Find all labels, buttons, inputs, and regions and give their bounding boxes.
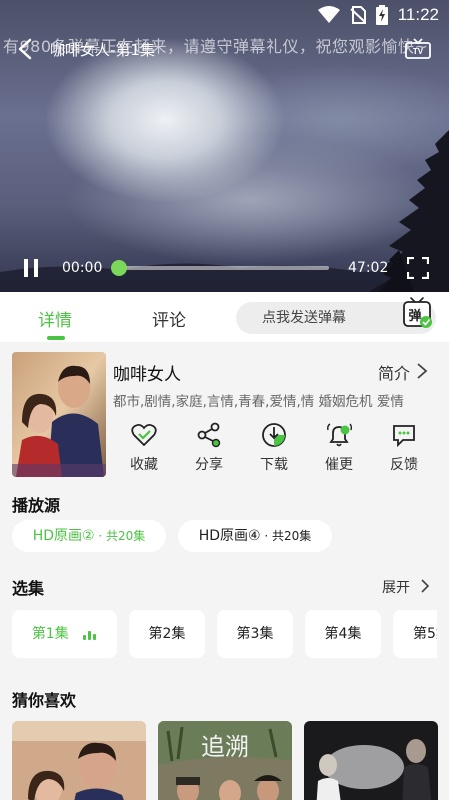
player-controls: 00:00 47:02 [0, 250, 449, 286]
heart-check-icon [131, 423, 157, 447]
episode-item[interactable]: 第3集 [217, 610, 293, 658]
no-sim-icon [350, 6, 366, 24]
total-time: 47:02 [348, 260, 389, 276]
show-title: 咖啡女人 [113, 365, 181, 385]
episode-item[interactable]: 第5集 [393, 610, 437, 658]
sources-title: 播放源 [12, 496, 61, 515]
episode-label: 第5集 [413, 626, 437, 642]
action-label: 反馈 [390, 457, 418, 473]
recommend-thumb[interactable] [304, 721, 438, 800]
seek-bar[interactable] [112, 266, 329, 270]
status-bar: 11:22 [0, 0, 449, 30]
pause-icon[interactable] [22, 258, 40, 278]
source-name: HD原画④ [198, 528, 261, 544]
seek-thumb[interactable] [111, 260, 127, 276]
playing-indicator-icon [83, 631, 97, 640]
urge-update-button[interactable]: 催更 [315, 422, 363, 474]
tab-detail[interactable]: 详情 [38, 306, 72, 331]
danmu-toggle-icon[interactable]: 弹 [402, 296, 432, 330]
recommend-title: 猜你喜欢 [12, 691, 77, 710]
show-poster[interactable] [12, 352, 106, 477]
video-title: 咖啡女人-第1集 [50, 41, 155, 59]
fullscreen-icon[interactable] [407, 257, 429, 279]
show-info: 咖啡女人 简介 都市,剧情,家庭,言情,青春,爱情,情 婚姻危机 爱情 收藏 分… [0, 342, 449, 485]
recommend-thumb[interactable]: 追溯 [158, 721, 292, 800]
favorite-button[interactable]: 收藏 [120, 422, 168, 474]
feedback-button[interactable]: 反馈 [380, 422, 428, 474]
source-chip[interactable]: HD原画② · 共20集 [12, 520, 166, 552]
svg-text:TV: TV [413, 47, 424, 56]
battery-charging-icon [375, 5, 388, 25]
action-label: 分享 [195, 457, 223, 473]
intro-link[interactable]: 简介 [378, 360, 410, 384]
tv-cast-icon[interactable]: TV [405, 38, 431, 60]
wifi-icon [317, 6, 340, 23]
chevron-right-icon[interactable] [416, 362, 428, 380]
share-button[interactable]: 分享 [185, 422, 233, 474]
action-label: 下载 [260, 457, 288, 473]
bell-icon [327, 423, 352, 447]
episode-item[interactable]: 第4集 [305, 610, 381, 658]
episode-item[interactable]: 第2集 [129, 610, 205, 658]
current-time: 00:00 [62, 260, 103, 276]
share-icon [197, 422, 221, 448]
episode-label: 第1集 [31, 626, 69, 642]
video-player[interactable]: 11:22 有980条弹幕正在赶来，请遵守弹幕礼仪，祝您观影愉快~ 咖啡女人-第… [0, 0, 449, 292]
episode-label: 第4集 [324, 626, 362, 642]
action-label: 收藏 [130, 457, 158, 473]
chevron-right-icon[interactable] [420, 578, 430, 594]
episodes-title: 选集 [12, 579, 45, 598]
show-tags: 都市,剧情,家庭,言情,青春,爱情,情 婚姻危机 爱情 [113, 394, 404, 410]
action-label: 催更 [325, 457, 353, 473]
recommend-title-art: 追溯 [201, 733, 249, 761]
tab-bar: 详情 评论 点我发送弹幕 弹 [0, 292, 449, 342]
source-count: · 共20集 [94, 529, 146, 543]
episode-label: 第3集 [236, 626, 274, 642]
episode-label: 第2集 [148, 626, 186, 642]
download-button[interactable]: 下载 [250, 422, 298, 474]
download-icon [262, 423, 286, 447]
expand-link[interactable]: 展开 [382, 577, 410, 597]
recommend-list: 追溯 [12, 721, 449, 800]
source-count: · 共20集 [260, 529, 312, 543]
tab-indicator [47, 336, 65, 340]
back-icon[interactable] [16, 38, 36, 60]
tab-comment[interactable]: 评论 [152, 306, 186, 331]
status-time: 11:22 [397, 5, 439, 24]
episode-list: 第1集 第2集 第3集 第4集 第5集 [12, 610, 437, 658]
recommend-thumb[interactable] [12, 721, 146, 800]
episode-item[interactable]: 第1集 [12, 610, 117, 658]
feedback-icon [393, 425, 415, 448]
source-chip[interactable]: HD原画④ · 共20集 [178, 520, 332, 552]
danmu-badge-label: 弹 [408, 308, 421, 324]
source-name: HD原画② [32, 528, 95, 544]
